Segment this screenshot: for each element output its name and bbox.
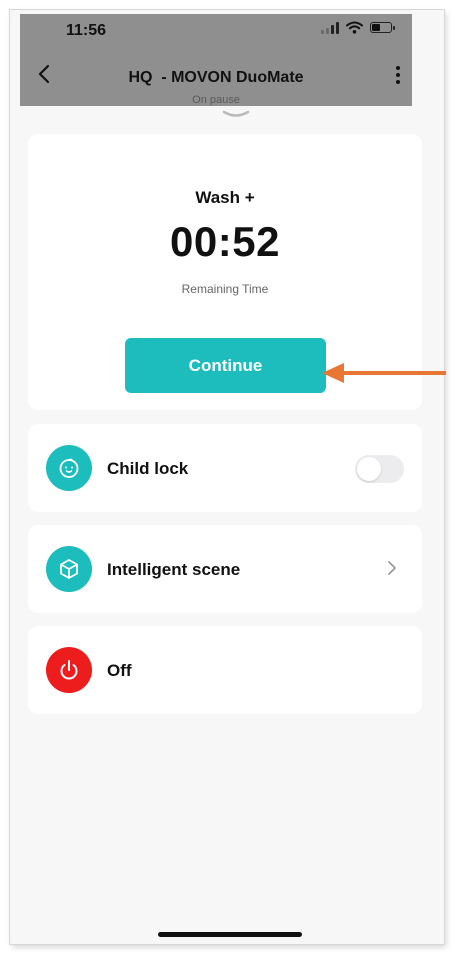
remaining-time-label: Remaining Time [181, 282, 269, 296]
power-off-row[interactable]: Off [28, 626, 422, 714]
baby-face-icon [46, 445, 92, 491]
battery-level [372, 24, 380, 31]
device-status-subtitle: On pause [192, 94, 240, 106]
child-lock-label: Child lock [107, 459, 189, 478]
top-bar: 11:56 HQ - MOVON DuoMate On pause [20, 14, 412, 106]
chevron-right-icon [388, 561, 396, 575]
child-lock-row: Child lock [28, 424, 422, 512]
device-title: HQ - MOVON DuoMate [128, 69, 304, 86]
wifi-icon [346, 21, 363, 34]
cellular-signal-icon [321, 21, 339, 34]
intelligent-scene-row[interactable]: Intelligent scene [28, 525, 422, 613]
power-icon[interactable] [46, 647, 92, 693]
program-name: Wash + [195, 188, 255, 207]
home-indicator[interactable] [158, 932, 302, 937]
toggle-knob [357, 457, 381, 481]
battery-icon [370, 22, 395, 33]
intelligent-scene-label: Intelligent scene [107, 560, 241, 579]
status-icons [321, 21, 395, 34]
more-vertical-icon [396, 66, 400, 70]
annotation-arrow-icon [322, 363, 446, 383]
cube-icon [46, 546, 92, 592]
status-time: 11:56 [66, 22, 107, 39]
continue-button[interactable]: Continue [125, 338, 326, 393]
child-lock-toggle[interactable] [355, 455, 404, 483]
power-off-label: Off [107, 661, 132, 680]
sheet-handle-icon[interactable] [222, 110, 250, 118]
remaining-time: 00:52 [170, 218, 280, 265]
more-options-button[interactable] [396, 66, 400, 84]
